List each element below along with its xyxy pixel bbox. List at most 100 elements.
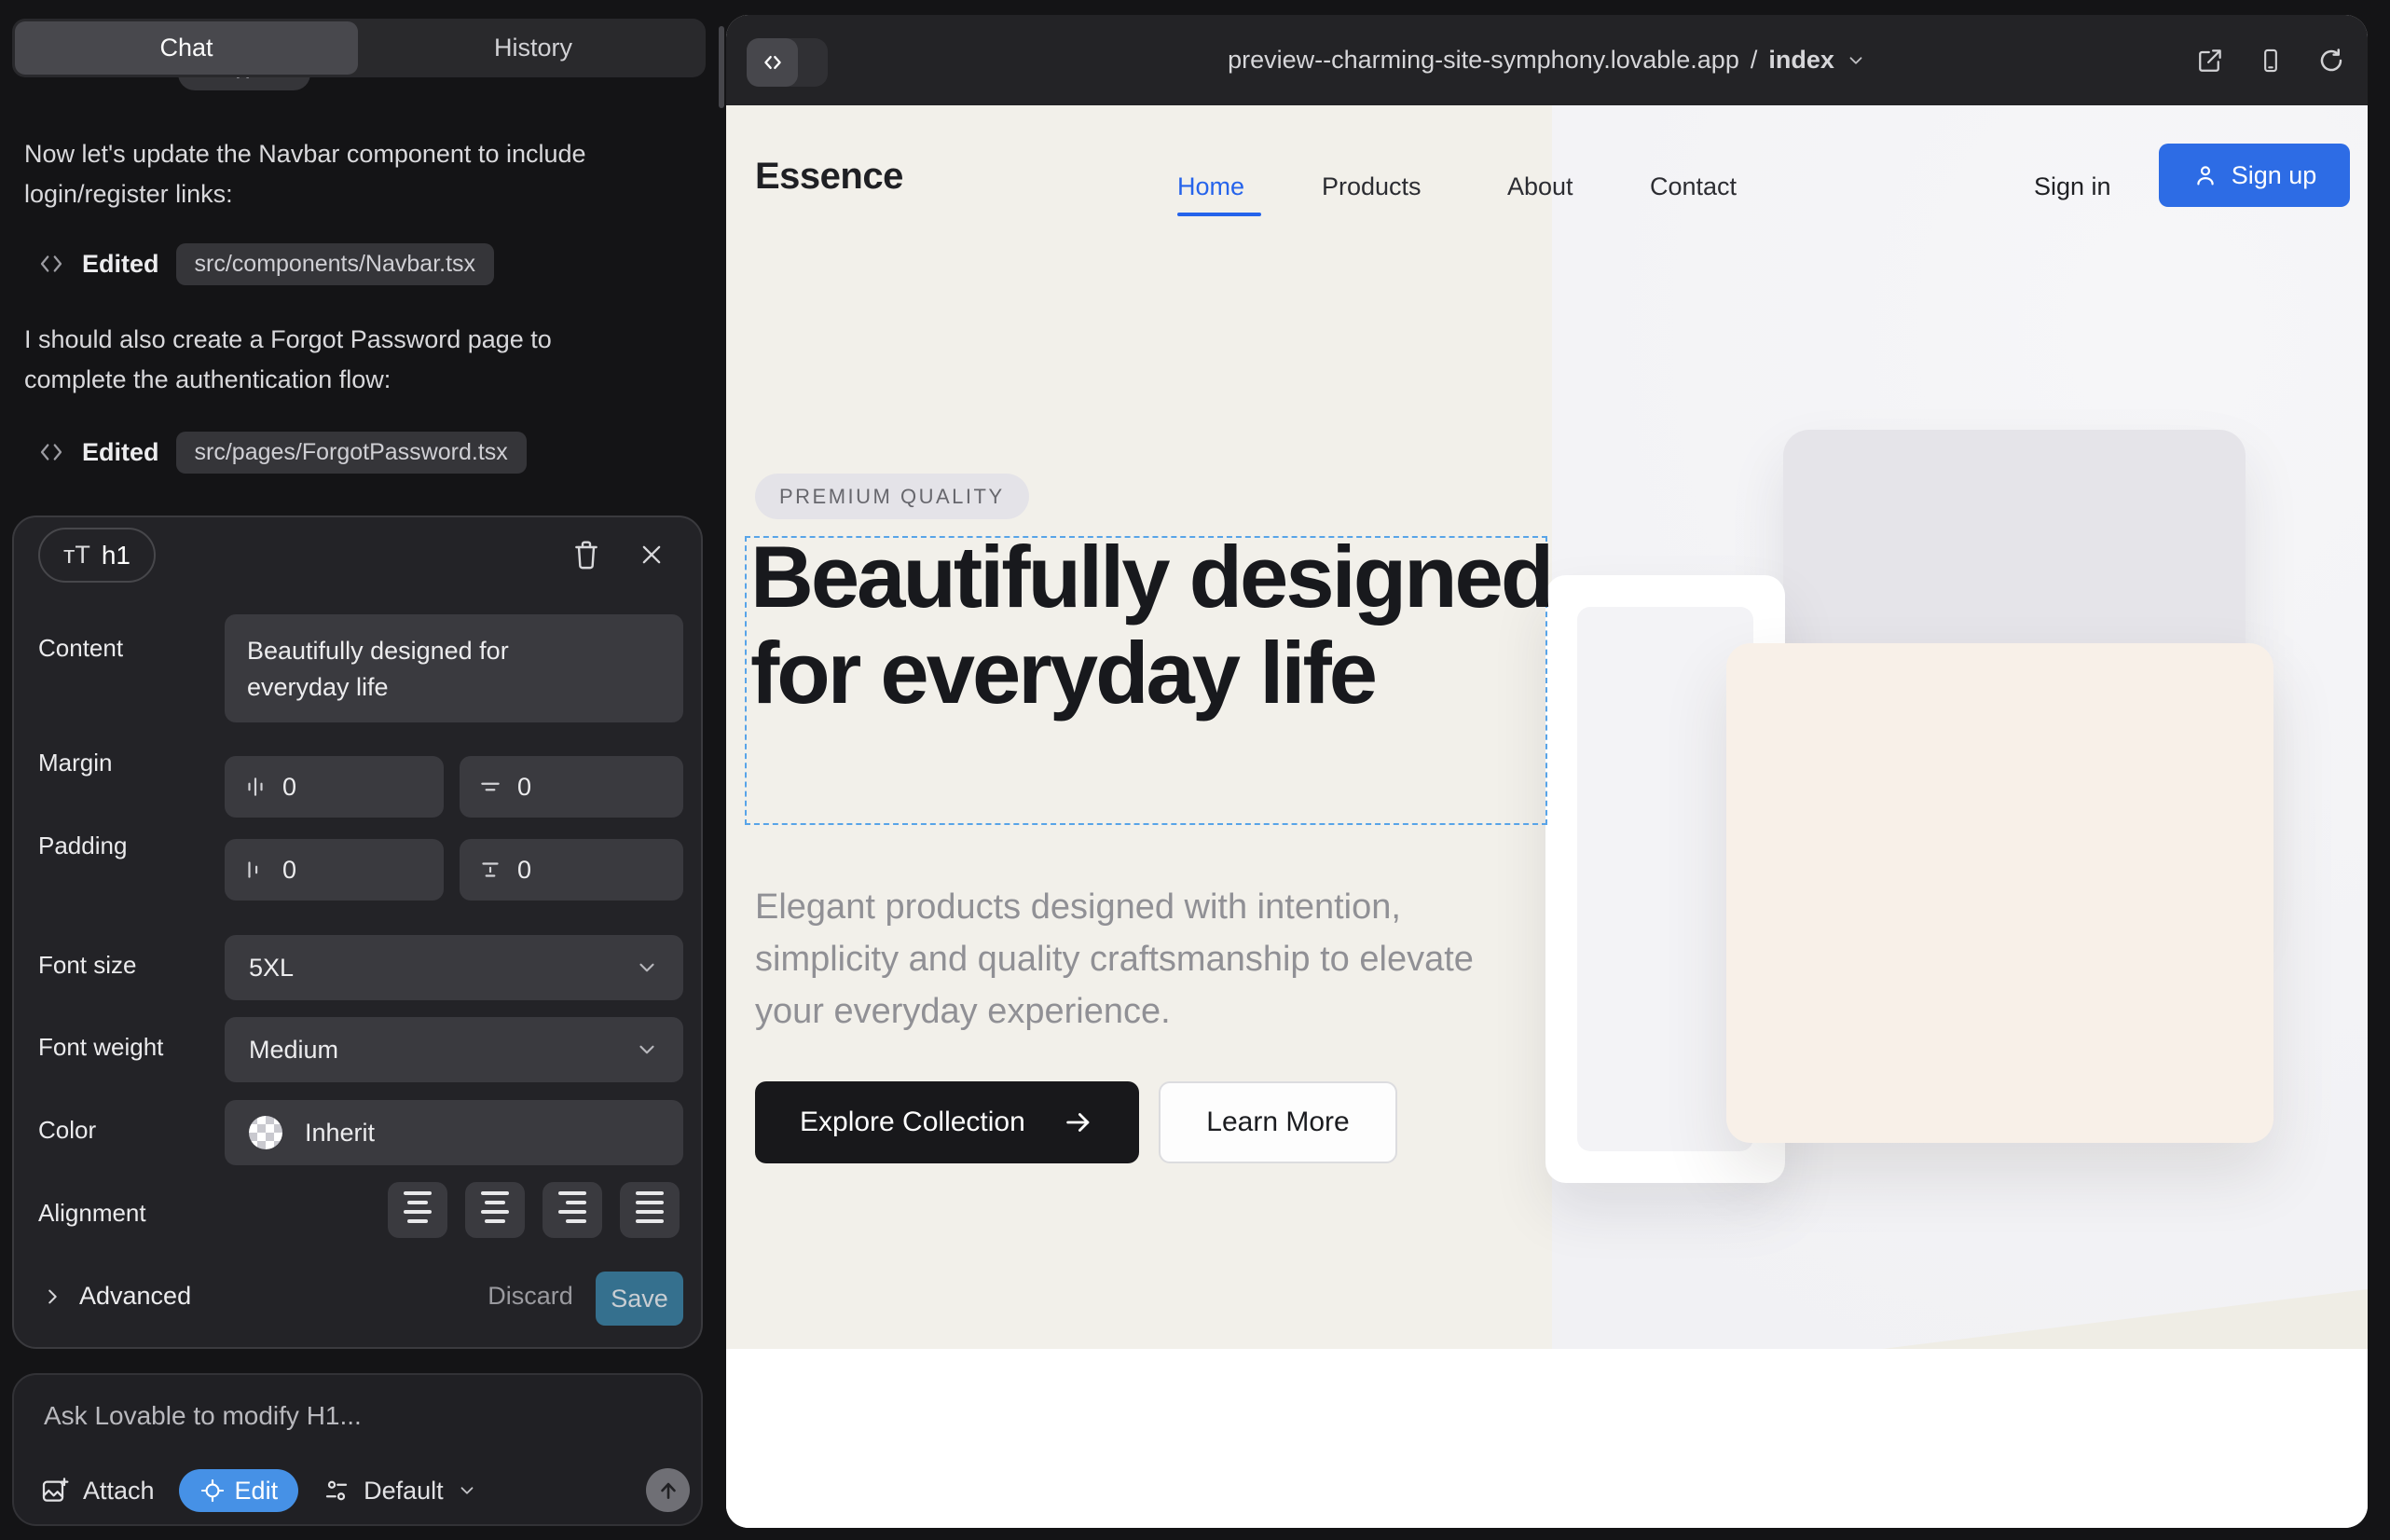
- sign-in-link[interactable]: Sign in: [2034, 172, 2111, 201]
- font-weight-select[interactable]: Medium: [225, 1017, 683, 1082]
- nav-link-contact[interactable]: Contact: [1650, 172, 1737, 201]
- font-weight-value: Medium: [249, 1036, 338, 1065]
- hero-paragraph: Elegant products designed with intention…: [755, 881, 1501, 1038]
- font-size-select[interactable]: 5XL: [225, 935, 683, 1000]
- edited-label: Edited: [82, 438, 159, 467]
- refresh-icon[interactable]: [2317, 47, 2345, 75]
- advanced-label: Advanced: [79, 1282, 191, 1311]
- content-label: Content: [38, 634, 123, 663]
- padding-x-value: 0: [282, 856, 296, 885]
- edited-label: Edited: [82, 250, 159, 279]
- chat-input[interactable]: [42, 1399, 642, 1450]
- nav-link-about[interactable]: About: [1507, 172, 1573, 201]
- content-input[interactable]: Beautifully designed for everyday life: [225, 614, 683, 722]
- sign-up-label: Sign up: [2232, 161, 2317, 190]
- explore-collection-label: Explore Collection: [800, 1107, 1025, 1138]
- model-selector-label: Default: [364, 1477, 444, 1506]
- address-bar[interactable]: preview--charming-site-symphony.lovable.…: [726, 15, 2368, 105]
- tab-chat[interactable]: Chat: [15, 21, 358, 75]
- sliders-icon: [323, 1477, 350, 1505]
- color-value: Inherit: [305, 1119, 375, 1148]
- attach-label: Attach: [83, 1477, 155, 1506]
- attach-button[interactable]: Attach: [40, 1476, 155, 1506]
- discard-button[interactable]: Discard: [474, 1282, 586, 1311]
- sign-up-button[interactable]: Sign up: [2159, 144, 2350, 207]
- edit-mode-button[interactable]: Edit: [179, 1469, 299, 1512]
- send-button[interactable]: [646, 1468, 690, 1512]
- tab-chat-label: Chat: [159, 34, 213, 62]
- site-viewport: Essence Home Products About Contact Sign…: [726, 105, 2368, 1528]
- margin-x-input[interactable]: 0: [225, 756, 444, 818]
- address-domain: preview--charming-site-symphony.lovable.…: [1228, 46, 1739, 75]
- font-size-label: Font size: [38, 951, 137, 980]
- user-icon: [2192, 162, 2218, 188]
- font-weight-label: Font weight: [38, 1033, 163, 1062]
- address-separator: /: [1751, 46, 1758, 75]
- chevron-right-icon: [42, 1286, 62, 1307]
- save-button[interactable]: Save: [596, 1272, 683, 1326]
- arrow-up-icon: [656, 1478, 680, 1503]
- chevron-down-icon: [635, 1038, 659, 1062]
- align-center-button[interactable]: [465, 1182, 525, 1238]
- margin-label: Margin: [38, 749, 112, 777]
- edit-file-row: Edited src/components/Navbar.tsx: [37, 242, 494, 285]
- element-editor-panel: тT h1 Content Beautifully designed for e…: [12, 516, 703, 1349]
- padding-y-value: 0: [517, 856, 531, 885]
- attach-image-icon: [40, 1476, 70, 1506]
- assistant-message: I should also create a Forgot Password p…: [24, 320, 639, 400]
- assistant-message: Now let's update the Navbar component to…: [24, 134, 639, 214]
- edited-file-chip[interactable]: src/pages/ForgotPassword.tsx: [176, 432, 527, 474]
- alignment-group: [388, 1182, 680, 1238]
- learn-more-label: Learn More: [1206, 1107, 1349, 1138]
- target-icon: [199, 1478, 226, 1504]
- color-label: Color: [38, 1116, 96, 1145]
- padding-y-input[interactable]: 0: [460, 839, 683, 901]
- color-select[interactable]: Inherit: [225, 1100, 683, 1165]
- explore-collection-button[interactable]: Explore Collection: [755, 1081, 1139, 1163]
- preview-browser-window: preview--charming-site-symphony.lovable.…: [726, 15, 2368, 1528]
- element-tag-name: h1: [102, 541, 130, 571]
- alignment-label: Alignment: [38, 1199, 146, 1228]
- chat-history-tabbar: Chat History: [12, 19, 706, 77]
- tab-history[interactable]: History: [361, 19, 706, 77]
- padding-label: Padding: [38, 832, 127, 860]
- align-justify-button[interactable]: [620, 1182, 680, 1238]
- padding-x-input[interactable]: 0: [225, 839, 444, 901]
- margin-x-value: 0: [282, 773, 296, 802]
- delete-element-button[interactable]: [566, 534, 607, 575]
- margin-y-value: 0: [517, 773, 531, 802]
- nav-link-home[interactable]: Home: [1177, 172, 1244, 201]
- font-size-value: 5XL: [249, 954, 294, 983]
- site-logo[interactable]: Essence: [755, 156, 903, 198]
- typography-icon: тT: [63, 541, 90, 570]
- chat-composer: Attach Edit Default: [12, 1373, 703, 1526]
- address-page: index: [1768, 46, 1834, 75]
- margin-y-input[interactable]: 0: [460, 756, 683, 818]
- chevron-down-icon: [457, 1480, 477, 1501]
- edit-file-row: Edited src/pages/ForgotPassword.tsx: [37, 431, 527, 474]
- hero-badge: PREMIUM QUALITY: [755, 474, 1029, 519]
- align-left-button[interactable]: [388, 1182, 447, 1238]
- open-external-icon[interactable]: [2196, 47, 2224, 75]
- app-root: .. Chat History Now let's update the Nav…: [0, 0, 2390, 1540]
- align-right-button[interactable]: [543, 1182, 602, 1238]
- composer-toolbar: Attach Edit Default: [40, 1468, 477, 1513]
- color-swatch: [249, 1116, 282, 1149]
- element-tag-pill: тT h1: [38, 528, 156, 583]
- arrow-right-icon: [1063, 1107, 1094, 1138]
- nav-active-underline: [1177, 213, 1261, 216]
- close-editor-button[interactable]: [631, 534, 672, 575]
- nav-link-products[interactable]: Products: [1322, 172, 1422, 201]
- code-view-toggle[interactable]: [747, 38, 828, 87]
- edited-file-chip[interactable]: src/components/Navbar.tsx: [176, 243, 495, 285]
- tab-history-label: History: [494, 34, 572, 62]
- advanced-toggle[interactable]: Advanced: [42, 1282, 191, 1311]
- mobile-view-icon[interactable]: [2258, 47, 2284, 75]
- learn-more-button[interactable]: Learn More: [1159, 1081, 1397, 1163]
- browser-chrome: preview--charming-site-symphony.lovable.…: [726, 15, 2368, 105]
- code-icon: [37, 438, 65, 466]
- hero-headline[interactable]: Beautifully designed for everyday life: [750, 529, 1552, 722]
- chat-scrollbar[interactable]: [719, 26, 724, 108]
- margin-horizontal-icon: [243, 775, 268, 799]
- model-selector[interactable]: Default: [323, 1477, 477, 1506]
